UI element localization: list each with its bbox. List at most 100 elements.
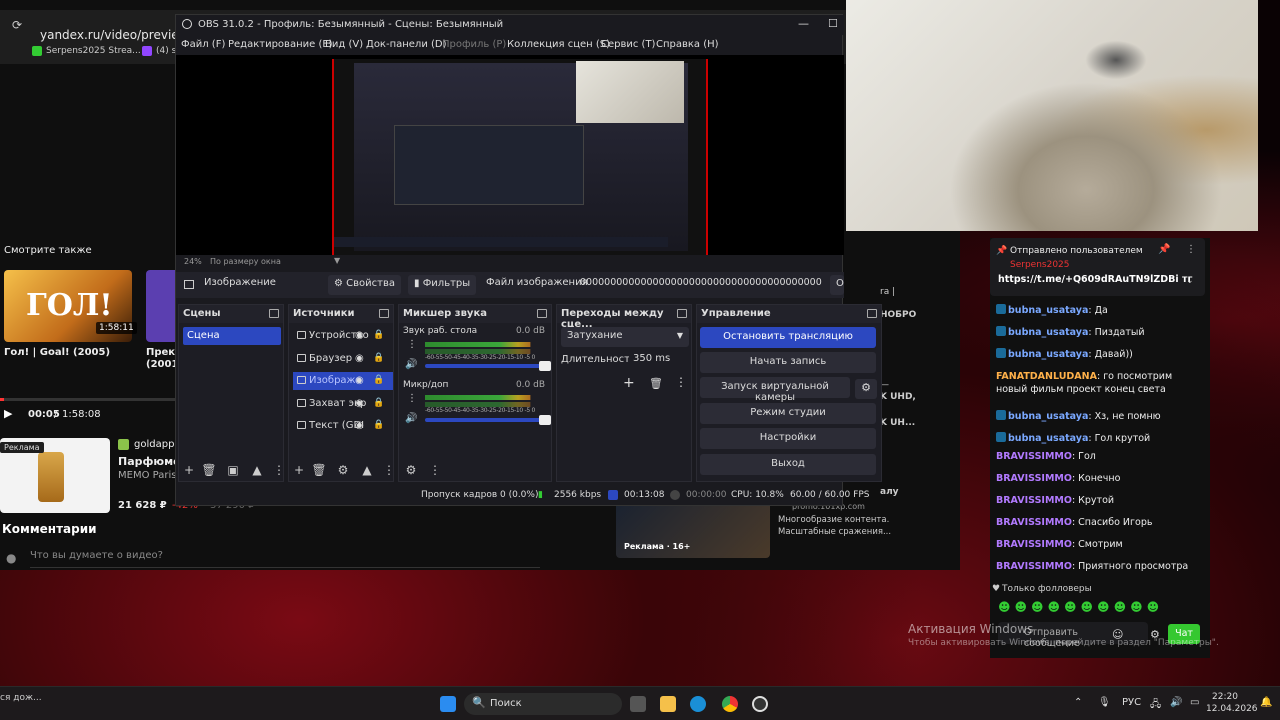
minimize-icon[interactable]: — bbox=[798, 17, 809, 30]
start-virtual-camera-button[interactable]: Запуск виртуальной камеры bbox=[700, 377, 850, 403]
undock-icon[interactable] bbox=[379, 309, 389, 318]
unpin-icon[interactable]: 📌 bbox=[1158, 244, 1170, 255]
settings-icon[interactable]: ⚙ bbox=[403, 463, 419, 477]
chat-username[interactable]: bubna_usataya bbox=[1008, 411, 1088, 422]
studio-mode-button[interactable]: Режим студии bbox=[700, 403, 876, 424]
menu-edit[interactable]: Редактирование (E) bbox=[228, 39, 333, 50]
weather-widget[interactable]: ся дож... bbox=[0, 693, 42, 703]
filter-icon[interactable]: ▣ bbox=[225, 463, 241, 477]
obs-icon[interactable] bbox=[752, 696, 768, 712]
language-indicator[interactable]: РУС bbox=[1122, 697, 1141, 708]
chevron-down-icon[interactable]: ⌄ bbox=[1186, 276, 1194, 286]
chevron-down-icon[interactable]: ▼ bbox=[334, 256, 340, 265]
start-recording-button[interactable]: Начать запись bbox=[700, 352, 876, 373]
folder-icon[interactable] bbox=[660, 696, 676, 712]
chat-username[interactable]: BRAVISSIMMO bbox=[996, 561, 1072, 572]
undock-icon[interactable] bbox=[269, 309, 279, 318]
lock-icon[interactable]: 🔒 bbox=[373, 398, 384, 408]
reload-icon[interactable]: ⟳ bbox=[12, 18, 22, 32]
exit-button[interactable]: Выход bbox=[700, 454, 876, 475]
visibility-icon[interactable]: ◉ bbox=[355, 375, 364, 386]
notification-icon[interactable]: 🔔 bbox=[1260, 697, 1272, 708]
source-item[interactable]: Захват экр ◉ 🔒 bbox=[293, 395, 393, 413]
chevron-up-icon[interactable]: ⌃ bbox=[1074, 697, 1082, 708]
menu-file[interactable]: Файл (F) bbox=[181, 39, 225, 50]
more-icon[interactable]: ⋮ bbox=[407, 393, 417, 404]
stop-streaming-button[interactable]: Остановить трансляцию bbox=[700, 327, 876, 348]
chat-username[interactable]: BRAVISSIMMO bbox=[996, 495, 1072, 506]
speaker-icon[interactable]: 🔊 bbox=[405, 359, 417, 370]
edge-icon[interactable] bbox=[690, 696, 706, 712]
chat-username[interactable]: BRAVISSIMMO bbox=[996, 473, 1072, 484]
filters-button[interactable]: ▮ Фильтры bbox=[408, 275, 477, 295]
browse-button[interactable]: Обзор bbox=[830, 275, 844, 295]
preview-canvas[interactable] bbox=[332, 59, 708, 255]
emote-bar[interactable]: ☻☻☻☻☻☻☻☻☻☻ bbox=[998, 600, 1163, 614]
menu-help[interactable]: Справка (H) bbox=[656, 39, 719, 50]
task-view-icon[interactable] bbox=[630, 696, 646, 712]
scene-item[interactable]: Сцена bbox=[183, 327, 281, 345]
menu-docks[interactable]: Док-панели (D) bbox=[366, 39, 447, 50]
network-icon[interactable]: 🖧 bbox=[1150, 697, 1161, 714]
more-icon[interactable]: ⋮ bbox=[427, 463, 443, 477]
chat-username[interactable]: BRAVISSIMMO bbox=[996, 451, 1072, 462]
trash-icon[interactable]: 🗑 bbox=[311, 463, 327, 477]
zoom-mode[interactable]: По размеру окна bbox=[210, 257, 281, 266]
menu-view[interactable]: Вид (V) bbox=[325, 39, 363, 50]
video-thumbnail[interactable] bbox=[146, 270, 176, 342]
more-icon[interactable]: ⋮ bbox=[675, 375, 687, 389]
menu-tools[interactable]: Сервис (T) bbox=[601, 39, 655, 50]
lock-icon[interactable]: 🔒 bbox=[373, 420, 384, 430]
battery-icon[interactable]: ▭ bbox=[1190, 697, 1199, 708]
visibility-icon[interactable]: ◉ bbox=[355, 353, 364, 364]
lock-icon[interactable]: 🔒 bbox=[373, 330, 384, 340]
more-icon[interactable]: ⋮ bbox=[381, 463, 397, 477]
up-icon[interactable]: ▲ bbox=[249, 463, 265, 477]
gear-icon[interactable]: ⚙ bbox=[855, 379, 877, 399]
chat-username[interactable]: FANATDANLUDANA bbox=[996, 371, 1097, 382]
image-file-path[interactable]: 0000000000000000000000000000000000000000… bbox=[580, 277, 822, 288]
volume-slider[interactable] bbox=[425, 361, 551, 371]
chat-username[interactable]: BRAVISSIMMO bbox=[996, 517, 1072, 528]
trash-icon[interactable]: 🗑 bbox=[649, 377, 663, 390]
clock-time[interactable]: 22:20 bbox=[1212, 692, 1238, 702]
menu-scene-collection[interactable]: Коллекция сцен (S) bbox=[507, 39, 610, 50]
mic-icon[interactable]: 🎙 bbox=[1098, 697, 1111, 708]
up-icon[interactable]: ▲ bbox=[359, 463, 375, 477]
lock-icon[interactable]: 🔒 bbox=[373, 353, 384, 363]
chat-username[interactable]: bubna_usataya bbox=[1008, 327, 1088, 338]
obs-preview[interactable] bbox=[176, 55, 844, 255]
undock-icon[interactable] bbox=[537, 309, 547, 318]
visibility-icon[interactable]: ◉ bbox=[355, 398, 364, 409]
bookmark-item[interactable]: Serpens2025 Strea... bbox=[32, 46, 141, 56]
source-item[interactable]: Браузер ◉ 🔒 bbox=[293, 350, 393, 368]
chat-username[interactable]: bubna_usataya bbox=[1008, 433, 1088, 444]
chat-username[interactable]: bubna_usataya bbox=[1008, 349, 1088, 360]
menu-profile[interactable]: Профиль (P) bbox=[442, 39, 506, 50]
play-icon[interactable]: ▶ bbox=[4, 407, 12, 420]
visibility-icon[interactable]: ◉ bbox=[355, 330, 364, 341]
undock-icon[interactable] bbox=[867, 309, 877, 318]
more-icon[interactable]: ⋮ bbox=[271, 463, 287, 477]
add-icon[interactable]: + bbox=[623, 375, 635, 391]
video-title[interactable]: Гол! | Goal! (2005) bbox=[4, 347, 110, 358]
video-progress-bar[interactable] bbox=[0, 398, 175, 401]
address-bar[interactable]: yandex.ru/video/preview/ bbox=[40, 28, 193, 42]
ad-title[interactable]: Парфюме bbox=[118, 455, 181, 468]
pinned-link[interactable]: https://t.me/+Q609dRAuTN9lZDBi тг bbox=[998, 274, 1192, 285]
settings-button[interactable]: Настройки bbox=[700, 428, 876, 449]
comment-input[interactable]: Что вы думаете о видео? bbox=[30, 550, 540, 568]
volume-slider[interactable] bbox=[425, 415, 551, 425]
undock-icon[interactable] bbox=[677, 309, 687, 318]
source-item[interactable]: Текст (GDI ◉ 🔒 bbox=[293, 417, 393, 435]
chrome-icon[interactable] bbox=[722, 696, 738, 712]
speaker-icon[interactable]: 🔊 bbox=[405, 413, 417, 424]
visibility-icon[interactable]: ◉ bbox=[355, 420, 364, 431]
duration-spinbox[interactable]: 350 ms bbox=[629, 350, 689, 370]
gear-icon[interactable]: ⚙ bbox=[335, 463, 351, 477]
add-icon[interactable]: + bbox=[291, 463, 307, 477]
more-icon[interactable]: ⋮ bbox=[1186, 244, 1196, 255]
search-box[interactable]: 🔍 Поиск bbox=[464, 693, 622, 715]
volume-icon[interactable]: 🔊 bbox=[1170, 697, 1182, 708]
source-item[interactable]: Устройство ◉ 🔒 bbox=[293, 327, 393, 345]
